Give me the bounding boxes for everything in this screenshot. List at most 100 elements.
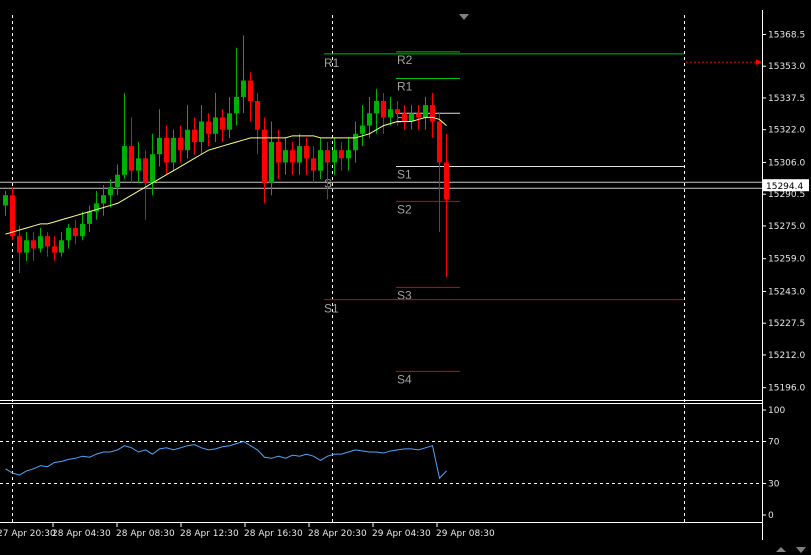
candle-body	[374, 101, 379, 114]
candle-body	[423, 105, 428, 118]
candle-body	[199, 121, 204, 142]
pivot-label-s4: S4	[397, 372, 412, 386]
candle-body	[290, 150, 295, 163]
price-tick-label: 15368.5	[768, 30, 805, 40]
candlesticks	[3, 35, 449, 278]
pivot-label-s3: S3	[397, 288, 412, 302]
candle-body	[367, 113, 372, 126]
candle-body	[220, 117, 225, 130]
candle-body	[304, 146, 309, 159]
candle-body	[269, 141, 274, 183]
candle-body	[395, 109, 400, 114]
alert-arrow	[756, 59, 762, 66]
moving-average	[5, 116, 447, 235]
price-tick-label: 15306.0	[768, 158, 805, 168]
candle-body	[101, 195, 106, 204]
indicator-tick-label: 100	[768, 406, 785, 416]
time-tick-label: 28 Apr 20:30	[308, 529, 367, 539]
chart-svg: R2R1PS1S2S3S4R1S1S 15368.515353.015337.5…	[0, 10, 809, 553]
pivot-levels: R2R1PS1S2S3S4R1S1S	[324, 51, 762, 386]
current-price-label: 15294.4	[766, 182, 803, 192]
candle-body	[430, 105, 435, 122]
pivot-label-r1: R1	[324, 56, 340, 70]
candle-body	[157, 137, 162, 155]
time-tick-label: 28 Apr 04:30	[52, 529, 111, 539]
chart-shift-icon	[459, 14, 469, 20]
candle-body	[129, 146, 134, 171]
candle-body	[402, 113, 407, 122]
candle-body	[38, 236, 43, 249]
candle-body	[171, 137, 176, 163]
candle-body	[416, 113, 421, 118]
time-tick-label: 27 Apr 20:30	[0, 529, 56, 539]
candle-body	[381, 101, 386, 118]
candle-body	[10, 195, 15, 237]
time-tick-label: 28 Apr 08:30	[116, 529, 175, 539]
candle-body	[178, 137, 183, 151]
candle-body	[339, 150, 344, 159]
candle-body	[444, 162, 449, 200]
candle-body	[248, 80, 253, 102]
time-tick-label: 28 Apr 12:30	[180, 529, 239, 539]
candle-body	[318, 150, 323, 171]
candle-body	[31, 240, 36, 249]
candle-body	[192, 129, 197, 142]
candle-body	[59, 240, 64, 253]
candle-body	[213, 117, 218, 134]
pivot-label-s2: S2	[397, 202, 412, 216]
candle-body	[241, 80, 246, 97]
candle-body	[136, 158, 141, 171]
candle-body	[80, 223, 85, 237]
candle-body	[325, 150, 330, 163]
candle-body	[255, 101, 260, 130]
price-tick-label: 15259.0	[768, 255, 805, 265]
candle-body	[52, 246, 57, 253]
candle-body	[185, 129, 190, 151]
candle-body	[73, 227, 78, 237]
price-tick-label: 15353.0	[768, 62, 805, 72]
candle-body	[332, 150, 337, 163]
indicator-tick-label: 70	[768, 438, 780, 448]
pivot-label-s1: S1	[324, 302, 339, 316]
pivot-label-s1: S1	[397, 168, 412, 182]
indicator-tick-label: 30	[768, 480, 780, 490]
price-tick-label: 15322.0	[768, 126, 805, 136]
grid-lines	[0, 15, 762, 522]
indicator-tick-label: 0	[768, 511, 774, 521]
candle-body	[409, 113, 414, 122]
scroll-up-icon	[776, 547, 786, 552]
price-tick-label: 15243.0	[768, 287, 805, 297]
candle-body	[234, 96, 239, 114]
candle-body	[437, 121, 442, 163]
candle-body	[17, 236, 22, 253]
candle-body	[276, 141, 281, 163]
price-tick-label: 15275.0	[768, 222, 805, 232]
candle-body	[66, 227, 71, 241]
time-tick-label: 28 Apr 16:30	[244, 529, 303, 539]
time-tick-label: 29 Apr 04:30	[372, 529, 431, 539]
price-tick-label: 15212.0	[768, 351, 805, 361]
candle-body	[360, 125, 365, 134]
candle-body	[115, 174, 120, 188]
candle-body	[388, 109, 393, 118]
scroll-down-icon	[796, 547, 806, 553]
candle-body	[150, 154, 155, 183]
candle-body	[164, 137, 169, 163]
candle-body	[122, 146, 127, 175]
price-tick-label: 15337.5	[768, 94, 805, 104]
indicator-panel	[0, 440, 762, 484]
chart-window: R2 R1 P S1 S2 S3 S4 R1 S1 S 15368.5 15353.0 15337.5…	[0, 0, 811, 555]
candle-body	[87, 211, 92, 224]
candle-body	[24, 240, 29, 253]
candle-body	[227, 113, 232, 130]
candle-body	[206, 121, 211, 134]
price-tick-label: 15227.5	[768, 319, 805, 329]
pivot-label-r2: R2	[397, 53, 413, 67]
pivot-label-r1: R1	[397, 79, 413, 93]
candle-body	[143, 158, 148, 183]
candle-body	[3, 195, 8, 206]
candle-body	[297, 146, 302, 163]
price-tick-label: 15196.0	[768, 384, 805, 394]
time-tick-label: 29 Apr 08:30	[436, 529, 495, 539]
candle-body	[283, 150, 288, 163]
